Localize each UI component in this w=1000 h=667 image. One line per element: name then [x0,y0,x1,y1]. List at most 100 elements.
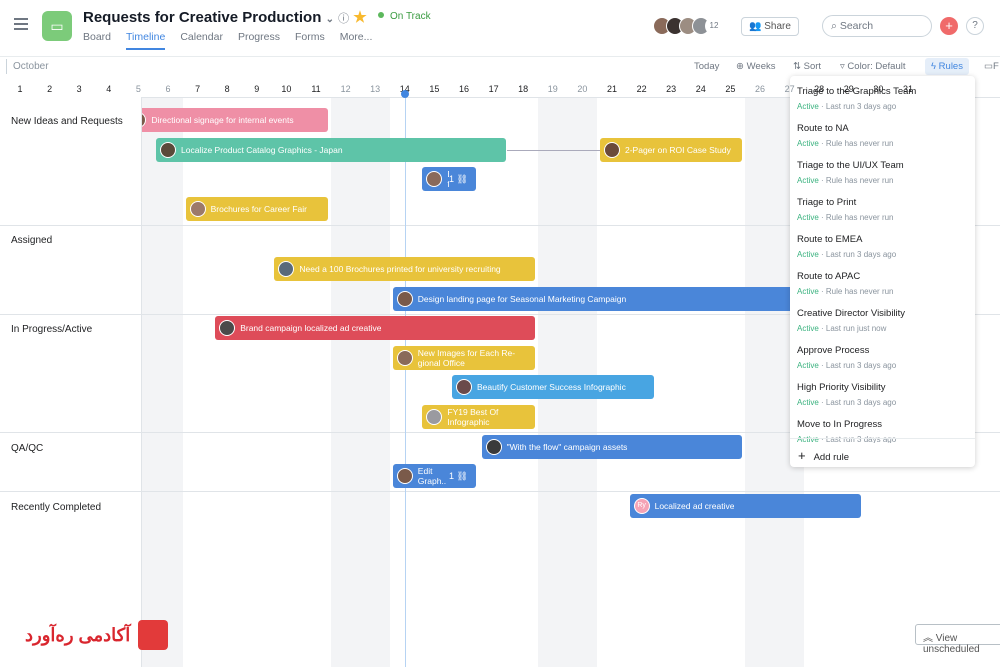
rule-active: Active [797,102,819,111]
rule-last-run: Last run 3 days ago [825,398,897,407]
tab-calendar[interactable]: Calendar [180,31,223,50]
avatar [426,171,443,187]
task-bar[interactable]: Localize Product Catalog Graphics - Japa… [156,138,506,162]
day-label: 31 [902,84,913,94]
view-unscheduled-button[interactable]: ︽ View unscheduled [915,624,1000,655]
day-label: 30 [873,84,884,94]
add-rule-button[interactable]: + Add rule [790,438,975,472]
fields-button[interactable]: ▭F [984,61,999,72]
task-bar[interactable]: Directional signage for internal events [126,108,328,132]
rules-button[interactable]: ϟ Rules [925,58,969,75]
watermark-logo: آکادمی ره‌آورد [25,620,169,650]
rule-item[interactable]: Route to NA Active · Rule has never run [797,123,894,148]
avatar [189,201,206,217]
color-button[interactable]: ▿ Color: Default [840,61,906,72]
task-bar[interactable]: B fr1 ⛓ [422,167,476,191]
chevron-down-icon[interactable]: ⌄ [326,14,334,25]
add-button[interactable]: + [940,17,958,35]
day-label: 5 [135,84,141,94]
avatar [396,350,413,366]
rule-item[interactable]: High Priority Visibility Active · Last ru… [797,382,896,407]
section-in-progress[interactable]: In Progress/Active [11,324,92,335]
task-bar[interactable]: New Images for Each Re-gional Office [392,346,536,370]
task-bar[interactable]: "With the flow" campaign assets [481,435,743,459]
rule-item[interactable]: Creative Director Visibility Active · Las… [797,308,905,333]
avatar [426,409,443,425]
day-label: 24 [695,84,706,94]
rule-item[interactable]: Triage to the UI/UX Team Active · Rule ha… [797,160,904,185]
rule-status: Active · Last run 3 days ago [797,102,897,111]
avatar [278,261,295,277]
rule-item[interactable]: Triage to Print Active · Rule has never r… [797,197,894,222]
members[interactable]: 12 [653,17,723,35]
day-label: 15 [429,84,440,94]
day-label: 16 [458,84,469,94]
tab-timeline[interactable]: Timeline [126,31,166,50]
task-bar[interactable]: Brochures for Career Fair [185,197,328,221]
task-bar[interactable]: Brand campaign localized ad creative [215,316,536,340]
share-button[interactable]: 👥 Share [741,17,799,36]
rule-status: Active · Last run just now [797,324,887,333]
section-completed[interactable]: Recently Completed [11,502,101,513]
task-label: Edit Graph... [417,466,446,486]
section-new-ideas[interactable]: New Ideas and Requests [11,116,123,127]
task-label: Need a 100 Brochures printed for univers… [299,264,501,274]
rule-name: Move to In Progress [797,419,883,430]
menu-icon[interactable] [14,18,28,33]
avatar [219,320,236,336]
rule-name: High Priority Visibility [797,382,886,393]
day-label: 25 [725,84,736,94]
sort-icon: ⇅ [793,61,801,72]
task-bar[interactable]: Beautify Customer Success Infographic [452,375,654,399]
rule-item[interactable]: Approve Process Active · Last run 3 days … [797,345,896,370]
avatar [396,468,413,484]
star-icon[interactable]: ★ [353,9,366,26]
search-input[interactable]: ⌕ Search [822,15,932,37]
task-bar[interactable]: Edit Graph... 1 ⛓ [392,464,476,488]
rule-last-run: Rule has never run [825,213,894,222]
section-qa[interactable]: QA/QC [11,443,43,454]
day-label: 2 [47,84,53,94]
day-label: 28 [814,84,825,94]
sort-button[interactable]: ⇅ Sort [793,61,821,72]
help-button[interactable]: ? [966,17,984,35]
day-label: 10 [281,84,292,94]
task-bar[interactable]: 2-Pager on ROI Case Study [600,138,743,162]
rule-last-run: Last run 3 days ago [825,250,897,259]
day-label: 7 [195,84,201,94]
task-label: Beautify Customer Success Infographic [477,382,626,392]
status-badge[interactable]: On Track [378,11,431,22]
member-count: 12 [705,17,723,35]
day-label: 18 [518,84,529,94]
avatar [485,439,502,455]
subtask-count: 1 ⛓ [449,174,468,184]
rule-active: Active [797,139,819,148]
lightning-icon: ϟ [931,61,937,72]
task-bar[interactable]: Need a 100 Brochures printed for univers… [274,257,536,281]
tab-progress[interactable]: Progress [238,31,280,50]
task-bar[interactable]: FY19 Best Of Infographic [422,405,536,429]
task-label: New Images for Each Re-gional Office [417,348,516,368]
tab-forms[interactable]: Forms [295,31,325,50]
rule-last-run: Last run 3 days ago [825,361,897,370]
rule-item[interactable]: Route to APAC Active · Rule has never run [797,271,894,296]
task-bar[interactable]: Ry Localized ad creative [629,494,861,518]
rule-status: Active · Last run 3 days ago [797,361,897,370]
today-button[interactable]: Today [694,61,719,72]
info-icon[interactable]: ⓘ [338,13,349,25]
section-assigned[interactable]: Assigned [11,235,52,246]
tab-board[interactable]: Board [83,31,111,50]
rule-item[interactable]: Route to EMEA Active · Last run 3 days ag… [797,234,896,259]
subtask-count: 1 ⛓ [449,471,468,481]
rule-status: Active · Rule has never run [797,176,894,185]
rule-status: Active · Rule has never run [797,139,894,148]
logo-mark-icon [138,620,169,650]
divider [0,314,142,315]
project-icon: ▭ [42,11,72,41]
day-label: 13 [370,84,381,94]
weeks-button[interactable]: ⊕ Weeks [736,61,775,72]
day-label: 21 [606,84,617,94]
divider [6,59,7,74]
day-label: 27 [784,84,795,94]
tab-more[interactable]: More... [340,31,373,50]
